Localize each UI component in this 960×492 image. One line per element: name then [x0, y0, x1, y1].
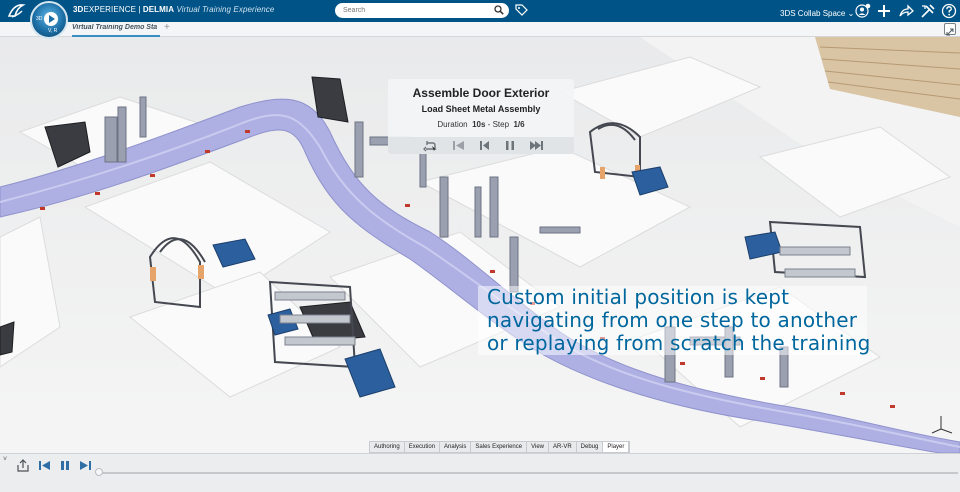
step-controls: [388, 137, 574, 154]
skip-forward-icon[interactable]: [528, 139, 544, 152]
duration-label: Duration: [437, 120, 468, 129]
step-title: Assemble Door Exterior: [412, 86, 550, 100]
ds-logo-icon[interactable]: [6, 2, 26, 20]
help-icon[interactable]: [941, 3, 957, 19]
caption-line-2: navigating from one step to another: [487, 308, 858, 332]
caption-line-3: or replaying from scratch the training: [487, 331, 871, 355]
brand-app: DELMIA: [142, 5, 175, 14]
compass-icon[interactable]: 3D V, R: [30, 1, 68, 39]
chevron-down-icon: ⌄: [847, 9, 855, 18]
3d-viewport[interactable]: Assemble Door Exterior Load Sheet Metal …: [0, 37, 960, 453]
step-duration: Duration 10s - Step 1/6: [388, 120, 574, 129]
skip-back-icon[interactable]: [451, 139, 467, 152]
rewind-icon[interactable]: [38, 459, 52, 472]
app-title: 3DEXPERIENCE | DELMIA Virtual Training E…: [73, 5, 274, 14]
workbench-tab-view[interactable]: View: [527, 442, 549, 452]
collab-space-selector[interactable]: 3DS Collab Space ⌄: [780, 9, 854, 18]
plus-icon[interactable]: [876, 3, 892, 19]
step-label: Step: [492, 120, 510, 129]
collab-space-label: 3DS Collab Space: [780, 9, 846, 18]
workbench-tab-execution[interactable]: Execution: [405, 442, 441, 452]
timeline-scrubber[interactable]: [95, 468, 103, 476]
share-icon[interactable]: [898, 3, 914, 19]
workbench-tab-ar-vr[interactable]: AR-VR: [549, 442, 577, 452]
player-pause-icon[interactable]: [58, 459, 72, 472]
pause-icon[interactable]: [502, 139, 518, 152]
play-icon: [44, 12, 58, 26]
timeline-track[interactable]: [97, 472, 958, 474]
top-bar: 3DEXPERIENCE | DELMIA Virtual Training E…: [0, 0, 960, 22]
workbench-tabs: Authoring Execution Analysis Sales Experien…: [369, 441, 631, 453]
compass-3d-label: 3D: [36, 16, 43, 22]
axis-triad-icon[interactable]: [930, 413, 954, 435]
workbench-tab-player[interactable]: Player: [603, 442, 630, 452]
duration-separator: -: [485, 120, 493, 129]
previous-icon[interactable]: [477, 139, 493, 152]
workbench-tab-analysis[interactable]: Analysis: [440, 442, 472, 452]
caption-line-1: Custom initial position is kept: [487, 285, 790, 309]
search-input[interactable]: [343, 4, 483, 17]
search-box: [335, 3, 509, 18]
user-icon[interactable]: [855, 3, 871, 19]
step-value: 1/6: [513, 120, 525, 129]
export-icon[interactable]: [16, 459, 30, 472]
tools-icon[interactable]: [920, 3, 936, 19]
tab-bar: Virtual Training Demo Sta +: [0, 22, 960, 37]
workbench-tab-authoring[interactable]: Authoring: [370, 442, 405, 452]
fast-forward-icon[interactable]: [78, 459, 92, 472]
brand-subtitle: Virtual Training Experience: [176, 5, 275, 14]
expand-icon[interactable]: [944, 23, 956, 36]
player-bar: ˅: [0, 453, 960, 492]
caption-overlay: Custom initial position is kept navigati…: [478, 285, 871, 355]
workbench-tab-sales-experience[interactable]: Sales Experience: [471, 442, 528, 452]
tag-icon[interactable]: [515, 4, 528, 17]
collapse-chevron-icon[interactable]: ˅: [3, 456, 7, 463]
add-tab-button[interactable]: +: [164, 22, 170, 33]
duration-value: 10s: [472, 120, 486, 129]
step-panel: Assemble Door Exterior Load Sheet Metal …: [388, 79, 574, 154]
workbench-tab-debug[interactable]: Debug: [577, 442, 604, 452]
tab-virtual-training-demo[interactable]: Virtual Training Demo Sta: [72, 24, 160, 37]
search-icon[interactable]: [494, 5, 504, 15]
step-subtitle: Load Sheet Metal Assembly: [421, 104, 541, 114]
brand-experience: EXPERIENCE |: [83, 5, 143, 14]
restart-icon[interactable]: [422, 139, 438, 152]
brand-3d: 3D: [73, 5, 84, 14]
compass-vr-label: V, R: [48, 28, 58, 34]
